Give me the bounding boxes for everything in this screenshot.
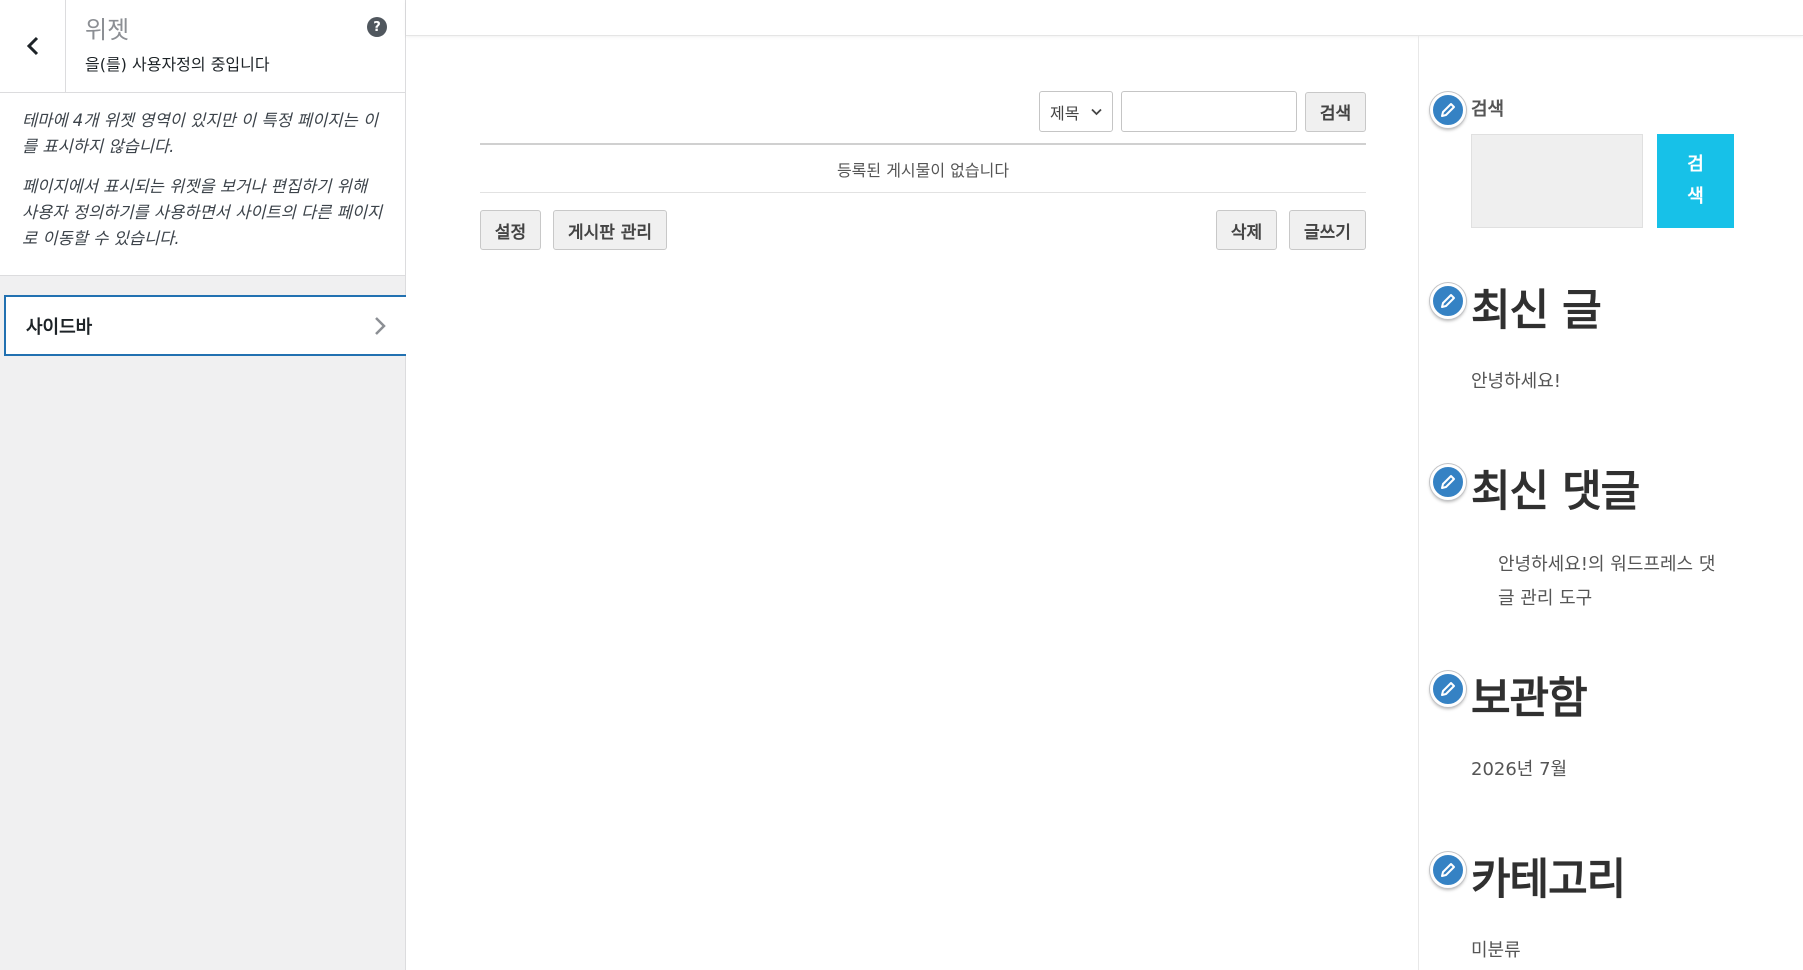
button-label: 색 bbox=[1687, 186, 1704, 207]
manage-board-button[interactable]: 게시판 관리 bbox=[553, 210, 667, 250]
search-input[interactable] bbox=[1121, 91, 1297, 132]
panel-subtitle: 을(를) 사용자정의 중입니다 bbox=[85, 55, 270, 74]
board-search: 제목 검색 bbox=[1039, 91, 1366, 132]
search-button[interactable]: 검색 bbox=[1305, 91, 1366, 132]
description-text: 페이지에서 표시되는 위젯을 보거나 편집하기 위해 사용자 정의하기를 사용하… bbox=[22, 177, 383, 248]
widget-sidebar: 검색 검 색 최신 글 안녕하세요! 최신 댓글 안녕하세요!의 워드프레스 댓… bbox=[1418, 36, 1803, 970]
chevron-down-icon bbox=[1091, 108, 1102, 115]
chevron-left-icon bbox=[26, 36, 38, 56]
pencil-icon bbox=[1441, 294, 1455, 308]
preview-header bbox=[406, 0, 1803, 36]
chevron-right-icon bbox=[375, 317, 386, 335]
customizer-header: 위젯 을(를) 사용자정의 중입니다 ? bbox=[0, 0, 405, 93]
section-item-sidebar[interactable]: 사이드바 bbox=[4, 295, 406, 356]
panel-title: 위젯 bbox=[85, 16, 130, 44]
category-link[interactable]: 미분류 bbox=[1471, 934, 1521, 968]
section-item-label: 사이드바 bbox=[26, 316, 93, 338]
board-list: 등록된 게시물이 없습니다 bbox=[480, 143, 1366, 193]
recent-comment-link[interactable]: 글 관리 도구 bbox=[1498, 582, 1592, 616]
edit-widget-button[interactable] bbox=[1430, 92, 1466, 128]
recent-comment-link[interactable]: 안녕하세요!의 워드프레스 댓 bbox=[1498, 548, 1715, 582]
edit-widget-button[interactable] bbox=[1430, 671, 1466, 707]
widget-title: 검색 bbox=[1471, 99, 1505, 120]
delete-button[interactable]: 삭제 bbox=[1216, 210, 1277, 250]
pencil-icon bbox=[1441, 475, 1455, 489]
pencil-icon bbox=[1441, 863, 1455, 877]
recent-post-link[interactable]: 안녕하세요! bbox=[1471, 365, 1561, 399]
edit-widget-button[interactable] bbox=[1430, 464, 1466, 500]
pencil-icon bbox=[1441, 103, 1455, 117]
widget-search-input[interactable] bbox=[1471, 134, 1643, 228]
settings-button[interactable]: 설정 bbox=[480, 210, 541, 250]
widget-title: 보관함 bbox=[1471, 674, 1588, 724]
widget-title: 최신 글 bbox=[1471, 286, 1602, 336]
back-button[interactable] bbox=[0, 0, 66, 92]
archive-link[interactable]: 2026년 7월 bbox=[1471, 753, 1567, 787]
button-label: 검 bbox=[1687, 154, 1704, 175]
pencil-icon bbox=[1441, 682, 1455, 696]
widget-search-button[interactable]: 검 색 bbox=[1657, 134, 1734, 228]
write-button[interactable]: 글쓰기 bbox=[1289, 210, 1366, 250]
customizer-panel: 위젯 을(를) 사용자정의 중입니다 ? 테마에 4개 위젯 영역이 있지만 이… bbox=[0, 0, 406, 970]
edit-widget-button[interactable] bbox=[1430, 852, 1466, 888]
edit-widget-button[interactable] bbox=[1430, 283, 1466, 319]
select-value: 제목 bbox=[1050, 103, 1080, 123]
board-actions: 설정 게시판 관리 삭제 글쓰기 bbox=[480, 210, 1366, 250]
description-text: 테마에 4개 위젯 영역이 있지만 이 특정 페이지는 이를 표시하지 않습니다… bbox=[22, 111, 379, 156]
site-preview: 제목 검색 등록된 게시물이 없습니다 설정 게시판 관리 삭제 글쓰기 검색 bbox=[406, 0, 1803, 970]
panel-description: 테마에 4개 위젯 영역이 있지만 이 특정 페이지는 이를 표시하지 않습니다… bbox=[0, 93, 405, 276]
help-icon[interactable]: ? bbox=[367, 17, 387, 37]
widget-title: 카테고리 bbox=[1471, 855, 1626, 905]
empty-message: 등록된 게시물이 없습니다 bbox=[836, 160, 1010, 180]
widget-title: 최신 댓글 bbox=[1471, 467, 1640, 517]
search-field-select[interactable]: 제목 bbox=[1039, 91, 1113, 132]
